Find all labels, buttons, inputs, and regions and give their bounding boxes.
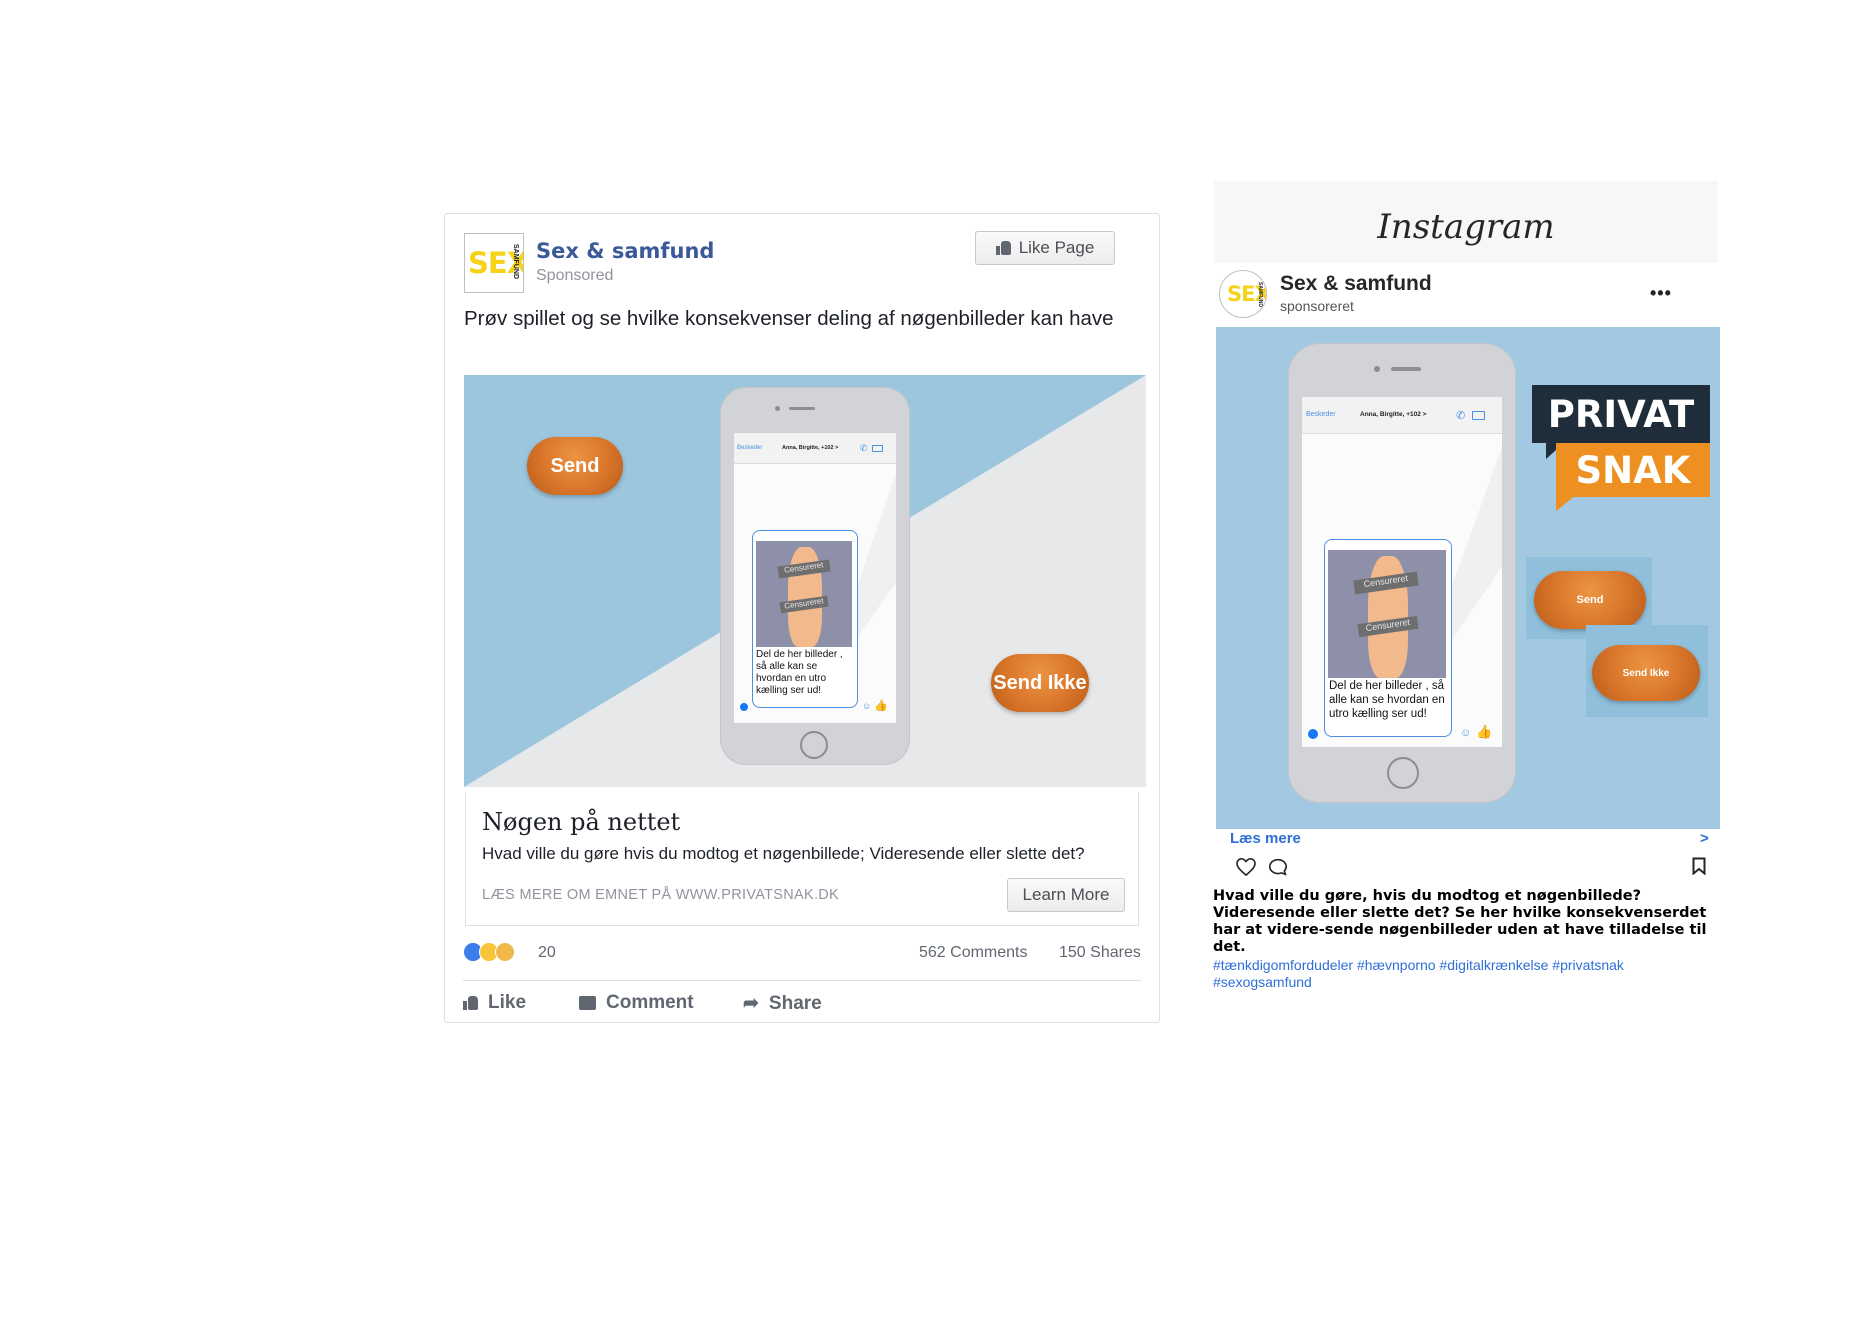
phone-mockup: Beskeder Anna, Birgitte, +102 > ✆ Censur… [1288,343,1516,803]
learn-more-button[interactable]: Learn More [1007,878,1125,912]
like-thumb-icon: 👍 [874,700,888,712]
send-button[interactable]: Send [527,437,623,495]
divider [463,980,1141,981]
reactions-count: 20 [538,944,556,961]
post-caption: Hvad ville du gøre, hvis du modtog et nø… [1213,888,1707,955]
instagram-header: Instagram [1214,181,1718,263]
chat-header-title: Anna, Birgitte, +102 > [782,445,839,451]
phone-call-icon: ✆ [860,443,868,453]
privat-text: PRIVAT [1547,393,1695,436]
link-caption: LÆS MERE OM EMNET PÅ WWW.PRIVATSNAK.DK [482,887,840,903]
heart-icon[interactable] [1236,858,1256,876]
phone-home-button [800,731,828,759]
phone-call-icon: ✆ [1456,410,1466,422]
chat-message-text: Del de her billeder , så alle kan se hvo… [1329,680,1445,720]
comment-icon[interactable] [1268,858,1288,876]
like-action-label: Like [488,992,527,1013]
link-title: Nøgen på nettet [482,808,681,836]
chat-header-title: Anna, Birgitte, +102 > [1360,411,1427,418]
chat-header-bar: Beskeder Anna, Birgitte, +102 > ✆ [1302,397,1502,434]
link-preview[interactable]: Nøgen på nettet Hvad ville du gøre hvis … [465,792,1139,926]
online-dot-icon [740,703,748,711]
sponsored-label: Sponsored [536,267,614,284]
chat-header-bar: Beskeder Anna, Birgitte, +102 > ✆ [734,433,896,464]
chat-back-link: Beskeder [1306,411,1336,418]
page-avatar[interactable]: SEX SAMFUND [464,233,524,293]
privat-logo-box: PRIVAT [1532,385,1710,443]
comment-action-label: Comment [606,992,694,1013]
video-call-icon [872,445,883,452]
sad-reaction-icon [495,942,515,962]
comment-action-button[interactable]: Comment [579,992,694,1014]
read-more-link[interactable]: Læs mere [1230,830,1301,847]
phone-camera [1374,366,1380,372]
ad-image[interactable]: Beskeder Anna, Birgitte, +102 > ✆ Censur… [464,375,1146,787]
emoji-icon: ☺ [1460,727,1472,739]
snak-logo-box: SNAK [1556,443,1710,497]
chat-message-text: Del de her billeder , så alle kan se hvo… [756,649,843,696]
post-text: Prøv spillet og se hvilke konsekvenser d… [464,307,1114,330]
phone-screen: Beskeder Anna, Birgitte, +102 > ✆ Censur… [734,433,896,723]
censored-photo: Censureret Censureret [756,541,852,647]
comment-icon [579,996,596,1010]
account-name[interactable]: Sex & samfund [1280,272,1432,296]
phone-speaker [1391,367,1421,371]
phone-screen: Beskeder Anna, Birgitte, +102 > ✆ Censur… [1302,397,1502,747]
bookmark-icon[interactable] [1692,857,1706,875]
video-call-icon [1472,411,1485,420]
comments-count[interactable]: 562 Comments [919,944,1028,962]
like-thumb-icon: 👍 [1476,724,1493,739]
instagram-wordmark: Instagram [1377,207,1555,247]
thumbs-up-icon [463,996,478,1010]
share-action-button[interactable]: ➦ Share [743,992,822,1015]
snak-speech-tail [1556,495,1576,511]
chat-back-link: Beskeder [737,445,763,451]
send-ikke-button[interactable]: Send Ikke [1592,645,1700,701]
sponsored-label: sponsoreret [1280,298,1354,314]
like-action-button[interactable]: Like [463,992,526,1014]
phone-home-button [1387,757,1419,789]
logo-side-text: SAMFUND [512,244,519,279]
online-dot-icon [1308,729,1318,739]
account-avatar[interactable]: SEX SAMFUND [1219,270,1267,318]
phone-camera [775,406,780,411]
read-more-arrow-icon[interactable]: > [1700,830,1709,847]
ad-image[interactable]: Beskeder Anna, Birgitte, +102 > ✆ Censur… [1216,327,1720,829]
phone-mockup: Beskeder Anna, Birgitte, +102 > ✆ Censur… [720,387,910,765]
emoji-icon: ☺ [862,701,872,711]
facebook-ad-card: SEX SAMFUND Sex & samfund Sponsored Like… [444,213,1160,1023]
send-ikke-button[interactable]: Send Ikke [991,654,1089,712]
snak-text: SNAK [1575,449,1691,492]
like-page-button[interactable]: Like Page [975,231,1115,265]
more-options-button[interactable]: ••• [1650,283,1672,304]
logo-side-text: SAMFUND [1257,282,1263,307]
message-bubble: Censureret Censureret Del de her billede… [752,530,858,708]
share-action-label: Share [768,992,822,1014]
hashtags-line-2[interactable]: #sexogsamfund [1213,974,1717,991]
hashtags-line-1[interactable]: #tænkdigomfordudeler #hævnporno #digital… [1213,957,1717,974]
phone-speaker [789,407,815,410]
censored-photo: Censureret Censureret [1328,550,1446,678]
shares-count[interactable]: 150 Shares [1059,944,1141,962]
send-button[interactable]: Send [1534,571,1646,629]
share-arrow-icon: ➦ [743,993,759,1014]
page-name-link[interactable]: Sex & samfund [536,239,714,263]
reactions-summary[interactable] [463,942,523,966]
like-page-label: Like Page [1018,238,1095,257]
message-bubble: Censureret Censureret Del de her billede… [1324,539,1452,737]
thumbs-up-icon [995,241,1011,255]
link-description: Hvad ville du gøre hvis du modtog et nøg… [482,844,1085,863]
